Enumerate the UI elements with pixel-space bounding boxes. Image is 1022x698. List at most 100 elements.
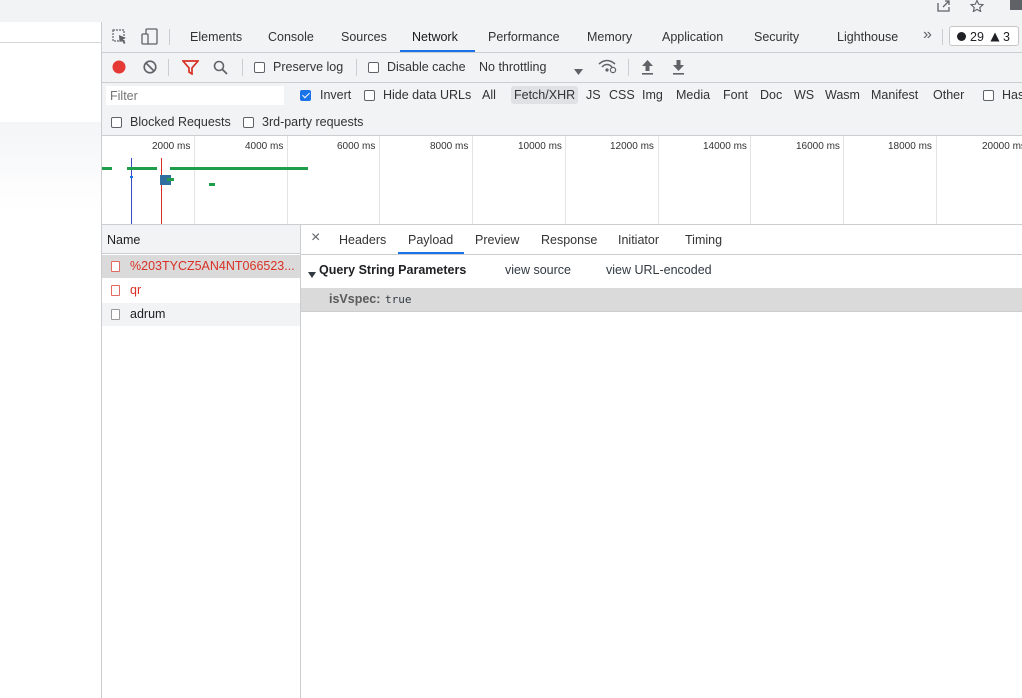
search-icon[interactable]	[213, 60, 228, 78]
request-list: Name %203TYCZ5AN4NT066523... qr adrum	[102, 225, 301, 698]
tab-console[interactable]: Console	[268, 30, 314, 44]
inspect-element-icon[interactable]	[112, 29, 128, 48]
tab-performance[interactable]: Performance	[488, 30, 560, 44]
table-row[interactable]: %203TYCZ5AN4NT066523...	[102, 255, 300, 278]
third-party-label: 3rd-party requests	[262, 115, 364, 129]
load-event-marker	[161, 158, 162, 224]
filter-type-other[interactable]: Other	[933, 88, 964, 102]
share-icon[interactable]	[936, 0, 952, 14]
detail-tab-initiator[interactable]: Initiator	[618, 233, 659, 247]
timeline-tick: 16000 ms	[796, 141, 840, 152]
filter-funnel-icon[interactable]	[181, 60, 200, 78]
detail-tab-timing[interactable]: Timing	[685, 233, 722, 247]
close-icon[interactable]: ×	[311, 229, 320, 247]
preserve-log-label: Preserve log	[273, 60, 344, 74]
name-column-header[interactable]: Name	[102, 225, 300, 254]
hide-data-urls-checkbox[interactable]	[364, 90, 375, 101]
page-shade	[0, 122, 101, 212]
filter-type-doc[interactable]: Doc	[760, 88, 782, 102]
toolbar-separator	[356, 59, 357, 76]
view-url-encoded-link[interactable]: view URL-encoded	[606, 263, 712, 277]
filter-type-img[interactable]: Img	[642, 88, 663, 102]
file-icon	[111, 309, 120, 320]
filter-type-fetch-xhr[interactable]: Fetch/XHR	[511, 86, 579, 104]
clear-icon[interactable]	[143, 60, 157, 77]
extensions-icon[interactable]	[1008, 0, 1022, 14]
grid-line	[843, 136, 844, 224]
tab-sources[interactable]: Sources	[341, 30, 387, 44]
timeline-tick: 14000 ms	[703, 141, 747, 152]
devtools-panel: Elements Console Sources Network Perform…	[102, 22, 1022, 698]
export-har-icon[interactable]	[672, 59, 685, 78]
network-overview-timeline[interactable]: 2000 ms 4000 ms 6000 ms 8000 ms 10000 ms…	[102, 136, 1022, 225]
detail-tab-response[interactable]: Response	[541, 233, 597, 247]
table-row[interactable]: adrum	[102, 303, 300, 326]
bookmark-star-icon[interactable]	[969, 0, 985, 14]
hide-data-urls-label: Hide data URLs	[383, 88, 472, 102]
grid-line	[658, 136, 659, 224]
filter-bar-secondary: Blocked Requests 3rd-party requests	[102, 109, 1022, 136]
has-blocked-cookies-checkbox[interactable]	[983, 90, 994, 101]
tab-separator	[942, 29, 943, 45]
view-source-link[interactable]: view source	[505, 263, 571, 277]
tab-network[interactable]: Network	[412, 30, 458, 44]
file-icon	[111, 261, 120, 272]
preserve-log-checkbox[interactable]	[254, 62, 265, 73]
device-toolbar-icon[interactable]	[141, 28, 159, 48]
filter-type-all[interactable]: All	[482, 88, 496, 102]
tab-memory[interactable]: Memory	[587, 30, 632, 44]
toolbar-separator	[242, 59, 243, 76]
error-dot-icon	[957, 32, 966, 41]
name-column-label: Name	[107, 233, 141, 247]
query-string-section-header[interactable]: Query String Parameters view source view…	[301, 255, 1022, 285]
filter-type-js[interactable]: JS	[586, 88, 601, 102]
invert-checkbox[interactable]	[300, 90, 311, 101]
grid-line	[750, 136, 751, 224]
tab-lighthouse[interactable]: Lighthouse	[837, 30, 898, 44]
filter-type-css[interactable]: CSS	[609, 88, 635, 102]
request-name: qr	[130, 283, 142, 297]
issues-counter[interactable]: 29 3	[949, 26, 1019, 46]
filter-type-media[interactable]: Media	[676, 88, 710, 102]
record-icon[interactable]	[112, 60, 126, 77]
chevron-down-icon[interactable]	[574, 64, 583, 78]
tab-application[interactable]: Application	[662, 30, 723, 44]
import-har-icon[interactable]	[641, 59, 654, 78]
more-tabs-icon[interactable]: »	[923, 26, 932, 44]
waterfall-bar	[209, 183, 215, 186]
timeline-tick: 18000 ms	[888, 141, 932, 152]
page-input-strip	[0, 22, 101, 43]
network-conditions-icon[interactable]	[598, 59, 617, 77]
detail-tab-payload[interactable]: Payload	[408, 233, 453, 247]
detail-tab-preview[interactable]: Preview	[475, 233, 519, 247]
query-param-row[interactable]: isVspec: true	[301, 288, 1022, 312]
section-title: Query String Parameters	[319, 263, 467, 277]
throttling-select[interactable]: No throttling	[479, 60, 546, 74]
toolbar-separator	[628, 59, 629, 76]
filter-type-wasm[interactable]: Wasm	[825, 88, 860, 102]
tab-security[interactable]: Security	[754, 30, 799, 44]
filter-input[interactable]	[106, 86, 284, 105]
filter-type-manifest[interactable]: Manifest	[871, 88, 918, 102]
filter-type-ws[interactable]: WS	[794, 88, 814, 102]
filter-type-font[interactable]: Font	[723, 88, 748, 102]
active-detail-tab-indicator	[398, 252, 464, 254]
disable-cache-checkbox[interactable]	[368, 62, 379, 73]
grid-line	[379, 136, 380, 224]
has-blocked-cookies-label: Has	[1002, 88, 1022, 102]
chevron-down-icon[interactable]	[308, 267, 316, 281]
param-key: isVspec:	[329, 292, 381, 306]
waterfall-bar	[130, 176, 133, 178]
errors-count: 29	[970, 30, 984, 44]
grid-line	[287, 136, 288, 224]
blocked-requests-checkbox[interactable]	[111, 117, 122, 128]
request-detail-pane: × Headers Payload Preview Response Initi…	[301, 225, 1022, 698]
request-name: adrum	[130, 307, 166, 321]
tab-separator	[169, 29, 170, 45]
table-row[interactable]: qr	[102, 279, 300, 302]
third-party-checkbox[interactable]	[243, 117, 254, 128]
grid-line	[194, 136, 195, 224]
detail-tab-headers[interactable]: Headers	[339, 233, 386, 247]
tab-elements[interactable]: Elements	[190, 30, 242, 44]
toolbar-separator	[168, 59, 169, 76]
